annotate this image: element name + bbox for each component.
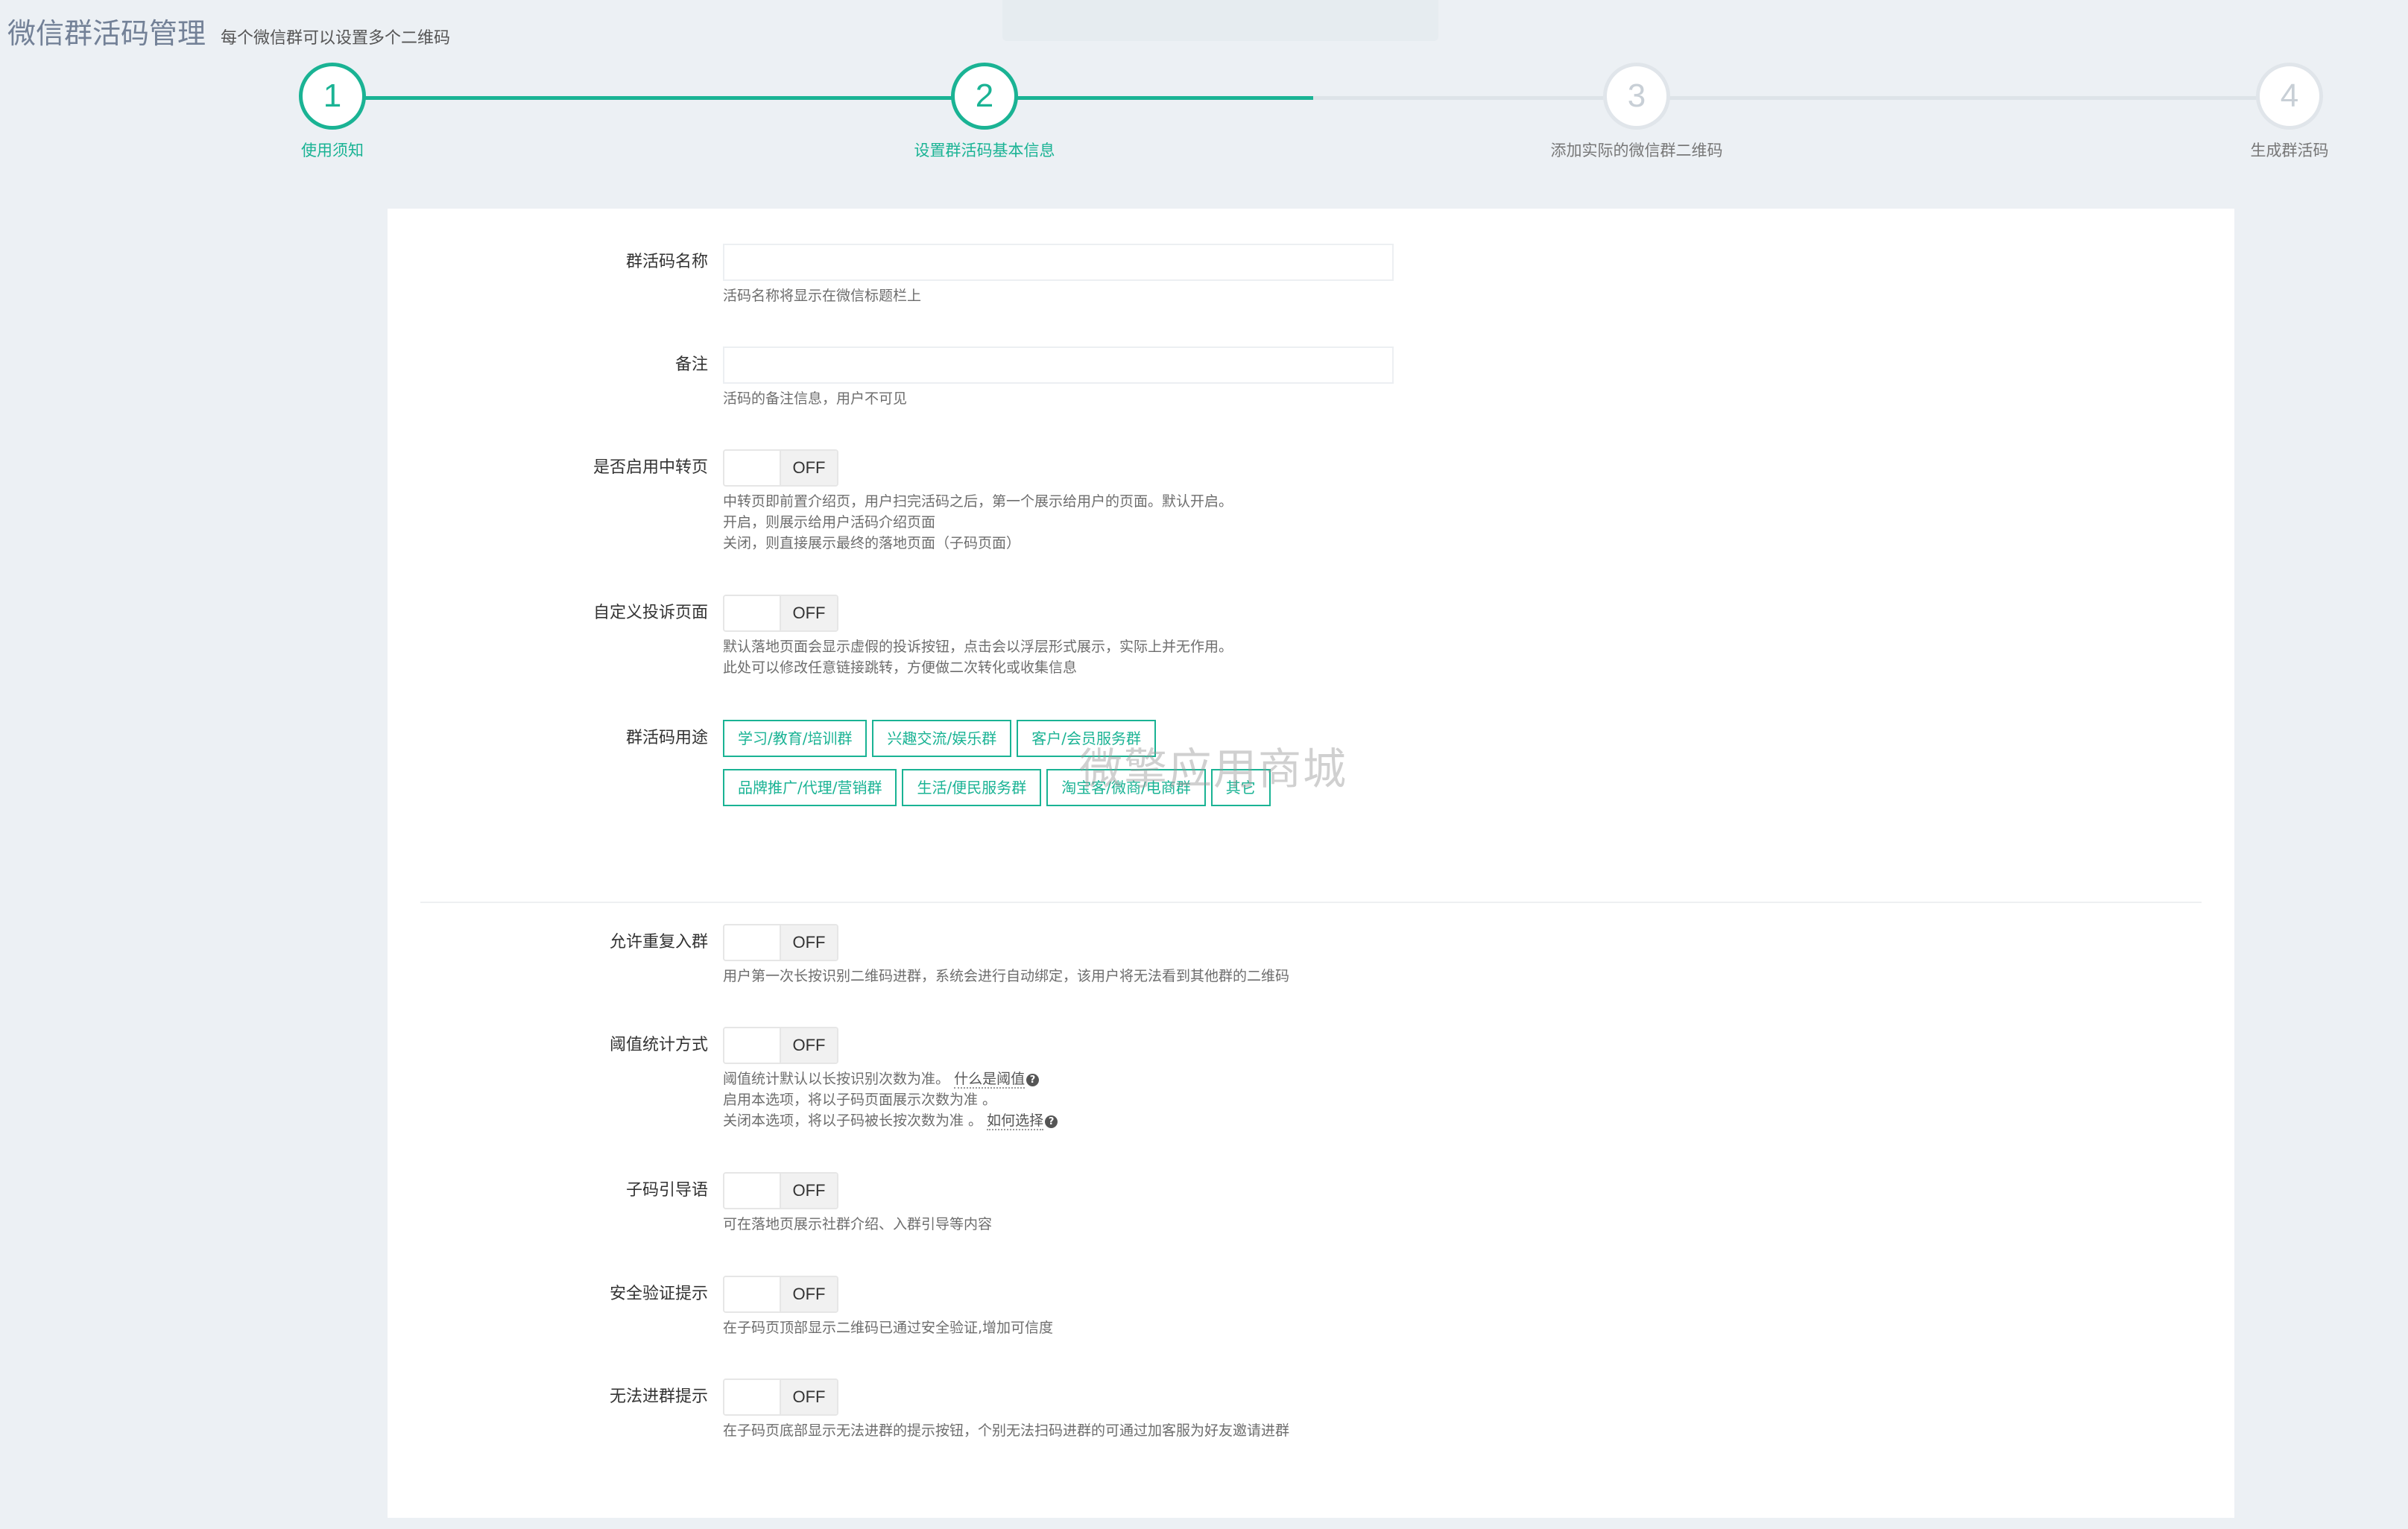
threshold-label: 阈值统计方式 — [609, 1036, 708, 1054]
complaint-page-toggle[interactable]: OFF — [723, 595, 838, 632]
toggle-knob — [724, 1277, 781, 1311]
toggle-state: OFF — [781, 1174, 837, 1208]
toggle-state: OFF — [781, 596, 837, 630]
toggle-knob — [724, 451, 781, 485]
cannot-join-tip-help: 在子码页底部显示无法进群的提示按钮，个别无法扫码进群的可通过加客服为好友邀请进群 — [723, 1422, 1290, 1439]
step-2-label: 设置群活码基本信息 — [914, 142, 1055, 159]
step-4-circle: 4 — [2256, 63, 2323, 130]
transfer-page-help: 中转页即前置介绍页，用户扫完活码之后，第一个展示给用户的页面。默认开启。 开启，… — [723, 491, 1233, 554]
question-icon[interactable]: ? — [1045, 1115, 1058, 1128]
step-1[interactable]: 1 使用须知 — [109, 63, 556, 161]
purpose-tag-ecommerce[interactable]: 淘宝客/微商/电商群 — [1046, 769, 1206, 806]
help-line: 关闭本选项，将以子码被长按次数为准 。 — [723, 1112, 983, 1129]
step-3-circle: 3 — [1603, 63, 1670, 130]
guide-text-toggle[interactable]: OFF — [723, 1172, 838, 1209]
security-tip-toggle[interactable]: OFF — [723, 1276, 838, 1313]
name-label: 群活码名称 — [625, 253, 708, 271]
purpose-tag-customer[interactable]: 客户/会员服务群 — [1017, 720, 1156, 757]
name-input[interactable] — [723, 244, 1394, 281]
page-title: 微信群活码管理 — [7, 17, 206, 50]
toggle-knob — [724, 1174, 781, 1208]
how-to-choose-link[interactable]: 如何选择 — [987, 1112, 1044, 1130]
purpose-tag-life[interactable]: 生活/便民服务群 — [902, 769, 1042, 806]
transfer-page-toggle[interactable]: OFF — [723, 449, 838, 487]
guide-text-help: 可在落地页展示社群介绍、入群引导等内容 — [723, 1216, 993, 1232]
step-2-circle: 2 — [951, 63, 1018, 130]
purpose-tag-other[interactable]: 其它 — [1210, 769, 1271, 806]
toggle-knob — [724, 1380, 781, 1414]
complaint-page-label: 自定义投诉页面 — [592, 604, 708, 622]
guide-text-label: 子码引导语 — [625, 1181, 708, 1200]
purpose-tag-brand[interactable]: 品牌推广/代理/营销群 — [723, 769, 897, 806]
page: 微信群活码管理 每个微信群可以设置多个二维码 1 使用须知 2 设置群活码基本信… — [0, 0, 2408, 1529]
help-line: 阈值统计默认以长按识别次数为准。 — [723, 1071, 950, 1087]
wizard-stepper: 1 使用须知 2 设置群活码基本信息 3 添加实际的微信群二维码 4 生成群活码 — [0, 63, 2408, 167]
allow-rejoin-label: 允许重复入群 — [609, 933, 708, 952]
complaint-page-help: 默认落地页面会显示虚假的投诉按钮，点击会以浮层形式展示，实际上并无作用。 此处可… — [723, 636, 1233, 678]
toggle-state: OFF — [781, 1028, 837, 1063]
step-3[interactable]: 3 添加实际的微信群二维码 — [1413, 63, 1860, 161]
help-line: 中转页即前置介绍页，用户扫完活码之后，第一个展示给用户的页面。默认开启。 — [723, 493, 1233, 510]
remark-help: 活码的备注信息，用户不可见 — [723, 390, 908, 407]
step-1-label: 使用须知 — [301, 142, 364, 159]
transfer-page-label: 是否启用中转页 — [592, 458, 708, 477]
question-icon[interactable]: ? — [1026, 1074, 1040, 1086]
name-help: 活码名称将显示在微信标题栏上 — [723, 288, 922, 304]
threshold-help: 阈值统计默认以长按识别次数为准。 什么是阈值? 启用本选项，将以子码页面展示次数… — [723, 1069, 1058, 1131]
step-4-label: 生成群活码 — [2250, 142, 2329, 159]
step-4[interactable]: 4 生成群活码 — [2066, 63, 2408, 161]
toggle-state: OFF — [781, 1277, 837, 1311]
toggle-knob — [724, 925, 781, 960]
help-line: 开启，则展示给用户活码介绍页面 — [723, 514, 936, 531]
purpose-tag-education[interactable]: 学习/教育/培训群 — [723, 720, 868, 757]
what-is-threshold-link[interactable]: 什么是阈值 — [954, 1071, 1026, 1089]
help-line: 关闭，则直接展示最终的落地页面（子码页面） — [723, 535, 1021, 551]
threshold-toggle[interactable]: OFF — [723, 1027, 838, 1064]
step-3-label: 添加实际的微信群二维码 — [1550, 142, 1723, 159]
help-line: 默认落地页面会显示虚假的投诉按钮，点击会以浮层形式展示，实际上并无作用。 — [723, 639, 1233, 655]
section-divider — [420, 902, 2202, 903]
cannot-join-tip-label: 无法进群提示 — [609, 1387, 708, 1406]
step-1-circle: 1 — [299, 63, 366, 130]
security-tip-help: 在子码页顶部显示二维码已通过安全验证,增加可信度 — [723, 1320, 1054, 1336]
step-2[interactable]: 2 设置群活码基本信息 — [761, 63, 1208, 161]
toggle-state: OFF — [781, 1380, 837, 1414]
toggle-state: OFF — [781, 451, 837, 485]
page-header: 微信群活码管理 每个微信群可以设置多个二维码 — [7, 10, 450, 51]
page-subtitle: 每个微信群可以设置多个二维码 — [221, 29, 451, 48]
help-line: 此处可以修改任意链接跳转，方便做二次转化或收集信息 — [723, 659, 1078, 676]
cannot-join-tip-toggle[interactable]: OFF — [723, 1378, 838, 1416]
allow-rejoin-toggle[interactable]: OFF — [723, 924, 838, 961]
security-tip-label: 安全验证提示 — [609, 1285, 708, 1303]
toggle-knob — [724, 1028, 781, 1063]
form-panel: 群活码名称 活码名称将显示在微信标题栏上 备注 活码的备注信息，用户不可见 是否… — [388, 209, 2234, 1518]
purpose-tag-interest[interactable]: 兴趣交流/娱乐群 — [872, 720, 1012, 757]
toggle-knob — [724, 596, 781, 630]
allow-rejoin-help: 用户第一次长按识别二维码进群，系统会进行自动绑定，该用户将无法看到其他群的二维码 — [723, 968, 1290, 984]
help-line: 启用本选项，将以子码页面展示次数为准 。 — [723, 1092, 997, 1108]
toggle-state: OFF — [781, 925, 837, 960]
top-blurred-bar — [1002, 0, 1438, 41]
purpose-tag-list: 学习/教育/培训群 兴趣交流/娱乐群 客户/会员服务群 品牌推广/代理/营销群 … — [723, 720, 1289, 818]
purpose-label: 群活码用途 — [625, 729, 708, 747]
remark-label: 备注 — [674, 355, 708, 374]
remark-input[interactable] — [723, 346, 1394, 384]
